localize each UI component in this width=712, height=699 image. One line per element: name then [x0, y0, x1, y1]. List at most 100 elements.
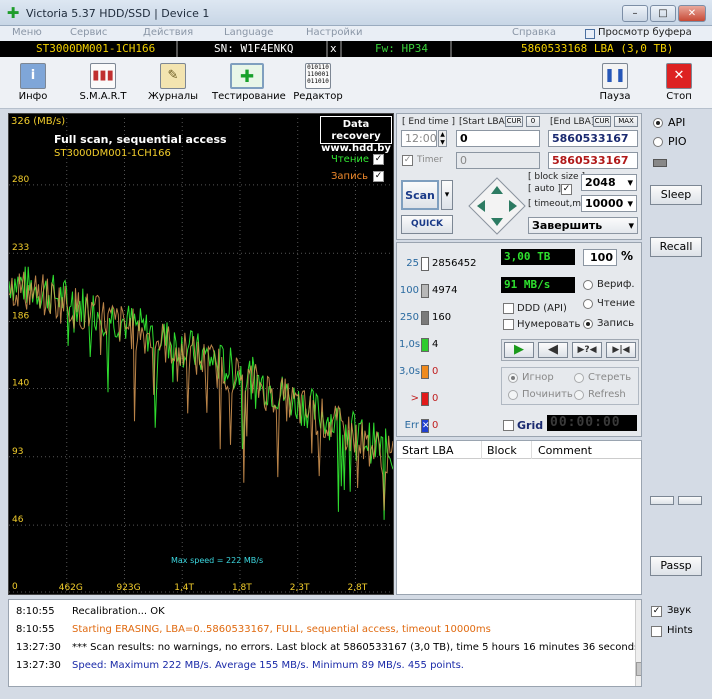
sound-options: ✓ Звук Hints — [645, 599, 707, 687]
start-lba-input[interactable]: 0 — [456, 130, 540, 147]
data-recovery-logo[interactable]: Data recovery www.hdd.by — [320, 116, 392, 154]
play-backward-button[interactable]: ◀ — [538, 342, 568, 358]
quick-button[interactable]: QUICK — [401, 215, 453, 234]
finish-action-select[interactable]: Завершить ▾ — [528, 217, 638, 234]
end-lba-input[interactable]: 5860533167 — [548, 130, 638, 147]
scroll-thumb[interactable] — [636, 662, 641, 676]
menu-service[interactable]: Сервис — [70, 27, 107, 38]
block-timing-label: Err — [404, 420, 419, 431]
pio-radio[interactable] — [653, 137, 663, 147]
menu-actions[interactable]: Действия — [143, 27, 193, 38]
recall-button[interactable]: Recall — [650, 237, 702, 257]
log-time: 8:10:55 — [16, 606, 55, 617]
error-x-icon: ✕ — [421, 419, 430, 433]
close-button[interactable]: ✕ — [678, 5, 706, 22]
timer-checkbox[interactable]: ✓ — [402, 155, 413, 166]
column-block[interactable]: Block — [487, 444, 517, 457]
smart-button[interactable]: ▮▮▮ S.M.A.R.T — [72, 61, 134, 105]
timeout-select[interactable]: 10000 ▾ — [581, 195, 637, 212]
recovery-line2: www.hdd.by — [321, 143, 391, 154]
butterfly-button[interactable]: ▶|◀ — [606, 342, 636, 358]
max-speed-label: Max speed = 222 MB/s — [171, 556, 264, 565]
pause-button[interactable]: ❚❚ Пауза — [584, 61, 646, 105]
passp-button[interactable]: Passp — [650, 556, 702, 576]
testing-button[interactable]: ✚ Тестирование — [212, 61, 286, 105]
stop-button[interactable]: ✕ Стоп — [648, 61, 710, 105]
sleep-button[interactable]: Sleep — [650, 185, 702, 205]
block-timing-count: 160 — [432, 312, 452, 323]
numbering-checkbox[interactable] — [503, 319, 514, 330]
erase-radio[interactable] — [574, 373, 584, 383]
repair-radio[interactable] — [508, 390, 518, 400]
ddd-api-checkbox[interactable] — [503, 303, 514, 314]
write-legend-checkbox[interactable]: ✓ — [373, 171, 384, 182]
log-time: 13:27:30 — [16, 642, 61, 653]
erase-label: Стереть — [588, 372, 632, 383]
separator — [450, 41, 452, 57]
x-tick-label: 923G — [116, 583, 140, 593]
x-tick-label: 2,8T — [347, 583, 367, 593]
log-scrollbar[interactable] — [635, 600, 641, 686]
scan-dropdown-button[interactable]: ▾ — [441, 180, 453, 210]
direction-pad[interactable] — [467, 176, 527, 236]
toolbar: i Инфо ▮▮▮ S.M.A.R.T ✎ Журналы ✚ Тестиро… — [0, 57, 712, 109]
drive-x-mark: x — [330, 42, 337, 55]
end-time-spinner[interactable]: ▲ ▼ — [438, 130, 447, 147]
sound-checkbox[interactable]: ✓ — [651, 606, 662, 617]
drive-info-bar: ST3000DM001-1CH166 SN: W1F4ENKQ x Fw: HP… — [0, 41, 712, 57]
refresh-radio[interactable] — [574, 390, 584, 400]
block-size-select[interactable]: 2048 ▾ — [581, 174, 637, 191]
play-forward-button[interactable]: ▶ — [504, 342, 534, 358]
speed-graph: 280 233 186 140 93 46 0 462G 923G 1,4T 1,8T 2,3T 2,8… — [8, 113, 394, 595]
victoria-app-icon: ✚ — [6, 4, 20, 22]
speed-graph-canvas: 280 233 186 140 93 46 0 462G 923G 1,4T 1,8T 2,3T 2,8… — [9, 118, 393, 593]
buffer-icon — [585, 29, 595, 39]
drive-firmware: Fw: HP34 — [375, 42, 428, 55]
chevron-down-icon: ▾ — [627, 176, 633, 189]
menu-language[interactable]: Language — [224, 27, 273, 38]
hints-checkbox[interactable] — [651, 626, 662, 637]
small-button-left[interactable] — [650, 496, 674, 505]
random-seek-button[interactable]: ▶?◀ — [572, 342, 602, 358]
end-cur-button[interactable]: CUR — [593, 116, 611, 127]
verify-radio[interactable] — [583, 280, 593, 290]
bad-blocks-table[interactable]: Start LBA Block Comment — [396, 440, 642, 595]
block-timing-count: 0 — [432, 420, 439, 431]
read-legend-checkbox[interactable]: ✓ — [373, 154, 384, 165]
scan-stats-panel: 25 2856452 100 4974 250 160 1,0s 4 3,0s 0 >0 Err ✕ 0 … — [396, 242, 642, 437]
small-button-right[interactable] — [678, 496, 702, 505]
minimize-button[interactable]: – — [622, 5, 648, 22]
api-radio[interactable] — [653, 118, 663, 128]
write-radio[interactable] — [583, 319, 593, 329]
info-button[interactable]: i Инфо — [2, 61, 64, 105]
read-radio[interactable] — [583, 299, 593, 309]
end-time-input[interactable]: 12:00 — [401, 130, 437, 147]
ignore-radio[interactable] — [508, 373, 518, 383]
maximize-button[interactable]: □ — [650, 5, 676, 22]
logs-button[interactable]: ✎ Журналы — [142, 61, 204, 105]
menu-main[interactable]: Меню — [12, 27, 42, 38]
timer-input[interactable]: 0 — [456, 152, 540, 169]
end-max-button[interactable]: MAX — [614, 116, 638, 127]
start-cur-button[interactable]: CUR — [505, 116, 523, 127]
column-start-lba[interactable]: Start LBA — [402, 444, 454, 457]
start-zero-button[interactable]: 0 — [526, 116, 540, 127]
x-tick-label: 2,3T — [290, 583, 310, 593]
event-log[interactable]: 8:10:55 Recalibration... OK 8:10:55 Startin… — [8, 599, 642, 687]
capacity-display: 3,00 TB — [501, 249, 575, 265]
menu-help[interactable]: Справка — [512, 27, 556, 38]
menu-buffer-view[interactable]: Просмотр буфера — [598, 27, 692, 38]
log-message: Speed: Maximum 222 MB/s. Average 155 MB/… — [72, 660, 464, 671]
block-timing-count: 0 — [432, 366, 439, 377]
menu-settings[interactable]: Настройки — [306, 27, 362, 38]
scan-button[interactable]: Scan — [401, 180, 439, 210]
editor-button[interactable]: 010110 110001 011010 Редактор — [287, 61, 349, 105]
timeout-value: 10000 — [585, 197, 624, 210]
x-tick-label: 1,4T — [174, 583, 194, 593]
stop-label: Стоп — [666, 91, 692, 102]
column-comment[interactable]: Comment — [538, 444, 592, 457]
grid-checkbox[interactable] — [503, 420, 514, 431]
auto-block-checkbox[interactable]: ✓ — [561, 184, 572, 195]
title-bar: ✚ Victoria 5.37 HDD/SSD | Device 1 – □ ✕ — [0, 0, 712, 26]
error-action-group: Игнор Стереть Починить Refresh — [501, 367, 639, 405]
